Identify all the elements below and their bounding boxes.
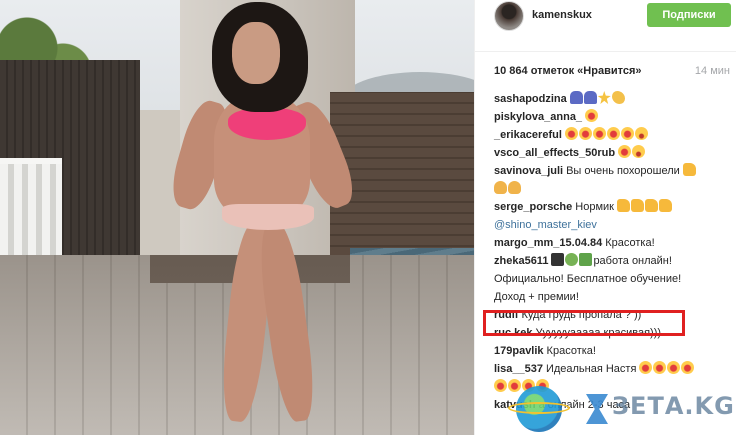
comment-text: работа онлайн! xyxy=(593,255,672,267)
comment-text: Ууууууааааа красивая))) xyxy=(535,327,662,339)
follow-button[interactable]: Подписки xyxy=(647,3,731,27)
heart-emoji-icon xyxy=(620,127,634,140)
comment-row: Официально! Бесплатное обучение! xyxy=(494,270,734,288)
comment-username[interactable]: sashapodzina xyxy=(494,93,567,105)
comment-row: 179pavlik Красотка! xyxy=(494,342,734,360)
family-emoji-icon xyxy=(569,91,583,104)
orbit-ring xyxy=(508,402,570,414)
heart-emoji-icon xyxy=(667,361,681,374)
cap-emoji-icon xyxy=(551,253,565,266)
comment-text: Красотка! xyxy=(546,345,596,357)
comment-text: Вы очень похорошели xyxy=(566,165,680,177)
comment-username[interactable]: rudlf xyxy=(494,309,518,321)
heart-emoji-icon xyxy=(494,379,507,392)
comment-row: serge_porsche Нормик xyxy=(494,198,734,216)
comment-username[interactable]: zheka5611 xyxy=(494,255,548,267)
star-emoji-icon xyxy=(597,91,611,104)
comment-username[interactable]: serge_porsche xyxy=(494,201,572,213)
comment-username[interactable]: _erikacereful xyxy=(494,129,562,141)
username-link[interactable]: kamenskux xyxy=(532,9,592,21)
avatar[interactable] xyxy=(494,1,524,31)
comment-row: ruc.kek Ууууууааааа красивая))) xyxy=(494,324,734,342)
thumb-emoji-icon xyxy=(631,199,645,212)
wood-wall-right xyxy=(330,92,474,267)
comment-username[interactable]: piskylova_anna_ xyxy=(494,111,582,123)
worried-emoji-icon xyxy=(632,145,646,158)
watermark: ЗЕТА.KG xyxy=(508,382,736,435)
comment-row: Доход + премии! xyxy=(494,288,734,306)
hourglass-icon xyxy=(586,394,608,424)
comment-row: @shino_master_kiev xyxy=(494,216,734,234)
woman-face xyxy=(232,22,280,84)
likes-count[interactable]: 10 864 отметок «Нравится» xyxy=(494,65,642,77)
heart-emoji-icon xyxy=(564,127,578,140)
comment-row xyxy=(494,180,734,198)
comment-username[interactable]: vsco_all_effects_50rub xyxy=(494,147,615,159)
clap-emoji-icon xyxy=(611,91,625,104)
thumb-emoji-icon xyxy=(617,199,631,212)
family-emoji-icon xyxy=(583,91,597,104)
comment-row: lisa__537 Идеальная Настя xyxy=(494,360,734,378)
post-header: kamenskux Подписки xyxy=(475,0,736,52)
comment-text: Доход + премии! xyxy=(494,291,579,303)
comment-text: Куда грудь пропала ? )) xyxy=(521,309,642,321)
heart-emoji-icon xyxy=(639,361,653,374)
thumb-emoji-icon xyxy=(645,199,659,212)
comment-username[interactable]: ruc.kek xyxy=(494,327,533,339)
heart-emoji-icon xyxy=(618,145,632,158)
post-photo[interactable] xyxy=(0,0,474,435)
heart-emoji-icon xyxy=(606,127,620,140)
comment-username[interactable]: lisa__537 xyxy=(494,363,543,375)
comment-list: sashapodzina piskylova_anna_ _erikacereful… xyxy=(494,90,734,414)
pink-bikini-top xyxy=(228,108,306,140)
worried-emoji-icon xyxy=(634,127,648,140)
thumb-emoji-icon xyxy=(659,199,673,212)
heart-emoji-icon xyxy=(592,127,606,140)
heart-emoji-icon xyxy=(653,361,667,374)
comment-row: _erikacereful xyxy=(494,126,734,144)
thumb-emoji-icon xyxy=(682,163,696,176)
comment-row: sashapodzina xyxy=(494,90,734,108)
comment-row: zheka5611 работа онлайн! xyxy=(494,252,734,270)
comment-row: rudlf Куда грудь пропала ? )) xyxy=(494,306,734,324)
bikini-bottom xyxy=(222,204,314,230)
comment-text: Идеальная Настя xyxy=(545,363,637,375)
comment-username[interactable]: 179pavlik xyxy=(494,345,544,357)
hands-emoji-icon xyxy=(494,181,507,194)
comment-username[interactable]: savinova_juli xyxy=(494,165,563,177)
comment-row: margo_mm_15.04.84 Красотка! xyxy=(494,234,734,252)
heart-emoji-icon xyxy=(681,361,695,374)
comment-text: Нормик xyxy=(575,201,614,213)
apple-emoji-icon xyxy=(565,253,579,266)
post-time[interactable]: 14 мин xyxy=(695,65,730,77)
post-sidebar: kamenskux Подписки 10 864 отметок «Нрави… xyxy=(474,0,736,435)
watermark-text: ЗЕТА.KG xyxy=(612,392,735,420)
house-emoji-icon xyxy=(579,253,593,266)
heart-emoji-icon xyxy=(585,109,599,122)
comment-username[interactable]: margo_mm_15.04.84 xyxy=(494,237,602,249)
mention-link[interactable]: @shino_master_kiev xyxy=(494,219,597,231)
comment-text: Официально! Бесплатное обучение! xyxy=(494,273,682,285)
hands-emoji-icon xyxy=(508,181,521,194)
heart-emoji-icon xyxy=(578,127,592,140)
comment-row: vsco_all_effects_50rub xyxy=(494,144,734,162)
comment-text: Красотка! xyxy=(605,237,655,249)
comment-row: savinova_juli Вы очень похорошели xyxy=(494,162,734,180)
comment-row: piskylova_anna_ xyxy=(494,108,734,126)
